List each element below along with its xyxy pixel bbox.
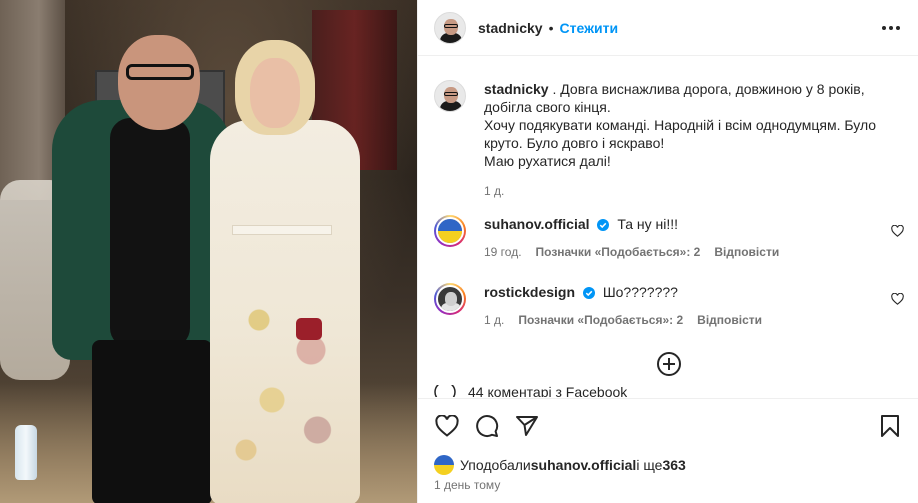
photo-woman-belt <box>232 225 332 235</box>
avatar-glasses <box>444 23 458 28</box>
likes-user[interactable]: suhanov.official <box>531 457 637 473</box>
author-username[interactable]: stadnicky <box>478 20 543 36</box>
post-header: stadnicky • Стежити <box>418 0 918 56</box>
header-separator: • <box>548 19 554 36</box>
comment-time[interactable]: 1 д. <box>484 311 504 329</box>
caption-line-2: Хочу подякувати команді. Народній і всім… <box>484 117 877 151</box>
photo-woman-face <box>250 58 300 128</box>
author-avatar[interactable] <box>434 11 466 44</box>
likes-middle: і ще <box>636 457 663 473</box>
comment-bubble-icon <box>476 415 499 438</box>
facebook-comments-text: 44 коментарі з Facebook <box>468 385 628 397</box>
caption-line-3: Маю рухатися далі! <box>484 153 611 169</box>
post-photo[interactable] <box>0 0 417 503</box>
ukraine-flag-avatar <box>436 217 464 245</box>
verified-badge-icon <box>582 287 595 299</box>
share-button[interactable] <box>514 413 540 439</box>
facebook-comments-icon <box>434 385 456 397</box>
caption-avatar-wrap <box>434 80 466 112</box>
comment-button[interactable] <box>474 413 500 439</box>
flag-blue <box>434 455 454 465</box>
comment-likes-count[interactable]: Позначки «Подобається»: 2 <box>518 311 683 329</box>
follow-button[interactable]: Стежити <box>560 20 619 36</box>
comment-text: Та ну ні!!! <box>617 216 679 232</box>
comment-meta: 1 д. Позначки «Подобається»: 2 Відповіст… <box>484 311 884 329</box>
caption-username[interactable]: stadnicky <box>484 81 549 97</box>
verified-badge-icon <box>597 219 610 231</box>
comment-body: suhanov.official Та ну ні!!! <box>484 215 884 233</box>
photo-man-glasses <box>126 64 194 80</box>
comment-like-heart-icon[interactable] <box>891 225 904 237</box>
photo-bottle <box>15 425 37 480</box>
comment-meta: 19 год. Позначки «Подобається»: 2 Відпов… <box>484 243 884 261</box>
facebook-comments-row[interactable]: 44 коментарі з Facebook <box>434 385 627 397</box>
comment-time[interactable]: 19 год. <box>484 243 522 261</box>
load-more-comments-icon[interactable] <box>656 351 682 377</box>
save-button[interactable] <box>877 413 903 439</box>
likes-prefix: Уподобали <box>460 457 531 473</box>
flag-yellow <box>438 231 462 243</box>
comment-body: rostickdesign Шо??????? <box>484 283 884 301</box>
photo-red-clutch <box>296 318 322 340</box>
photo-man-trousers <box>92 340 212 503</box>
comments-section[interactable]: stadnicky . Довга виснажлива дорога, дов… <box>418 57 918 397</box>
comment-row: rostickdesign Шо??????? 1 д. Позначки «П… <box>434 283 904 329</box>
flag-yellow <box>434 465 454 475</box>
photo-dress-flowers <box>220 280 350 480</box>
caption-avatar[interactable] <box>434 80 466 112</box>
caption-content: stadnicky . Довга виснажлива дорога, дов… <box>484 80 884 200</box>
like-button[interactable] <box>434 413 460 439</box>
likes-summary: Уподобали suhanov.official і ще 363 <box>434 455 686 475</box>
comment-content: rostickdesign Шо??????? 1 д. Позначки «П… <box>484 283 884 329</box>
caption-row: stadnicky . Довга виснажлива дорога, дов… <box>434 80 904 200</box>
comment-username[interactable]: suhanov.official <box>484 216 590 232</box>
paper-plane-icon <box>516 416 538 436</box>
comment-like-heart-icon[interactable] <box>891 293 904 305</box>
caption-time[interactable]: 1 д. <box>484 182 504 200</box>
photo-man-head <box>118 35 200 130</box>
rostickdesign-avatar <box>436 285 464 313</box>
comment-text: Шо??????? <box>602 284 678 300</box>
flag-blue <box>438 219 462 231</box>
avatar-face <box>445 292 457 306</box>
more-options-button[interactable] <box>879 16 903 40</box>
post-action-bar <box>418 398 918 450</box>
heart-icon <box>435 415 459 437</box>
comment-content: suhanov.official Та ну ні!!! 19 год. Поз… <box>484 215 884 261</box>
post-side-panel: stadnicky • Стежити stadnicky . Довга ви… <box>417 0 918 503</box>
bookmark-icon <box>881 415 899 437</box>
comment-avatar[interactable] <box>434 283 466 315</box>
caption-first-line: stadnicky . Довга виснажлива дорога, дов… <box>484 80 884 116</box>
reply-button[interactable]: Відповісти <box>697 311 762 329</box>
liker-avatar[interactable] <box>434 455 454 475</box>
post-timestamp[interactable]: 1 день тому <box>434 478 500 492</box>
reply-button[interactable]: Відповісти <box>714 243 779 261</box>
avatar-glasses <box>444 92 458 96</box>
instagram-post-window: stadnicky • Стежити stadnicky . Довга ви… <box>0 0 918 503</box>
caption-meta: 1 д. <box>484 182 884 200</box>
comment-username[interactable]: rostickdesign <box>484 284 575 300</box>
comment-likes-count[interactable]: Позначки «Подобається»: 2 <box>536 243 701 261</box>
comment-avatar[interactable] <box>434 215 466 247</box>
comment-row: suhanov.official Та ну ні!!! 19 год. Поз… <box>434 215 904 261</box>
more-horizontal-icon <box>882 26 900 30</box>
photo-man-shirt <box>110 118 190 348</box>
likes-count[interactable]: 363 <box>662 457 685 473</box>
